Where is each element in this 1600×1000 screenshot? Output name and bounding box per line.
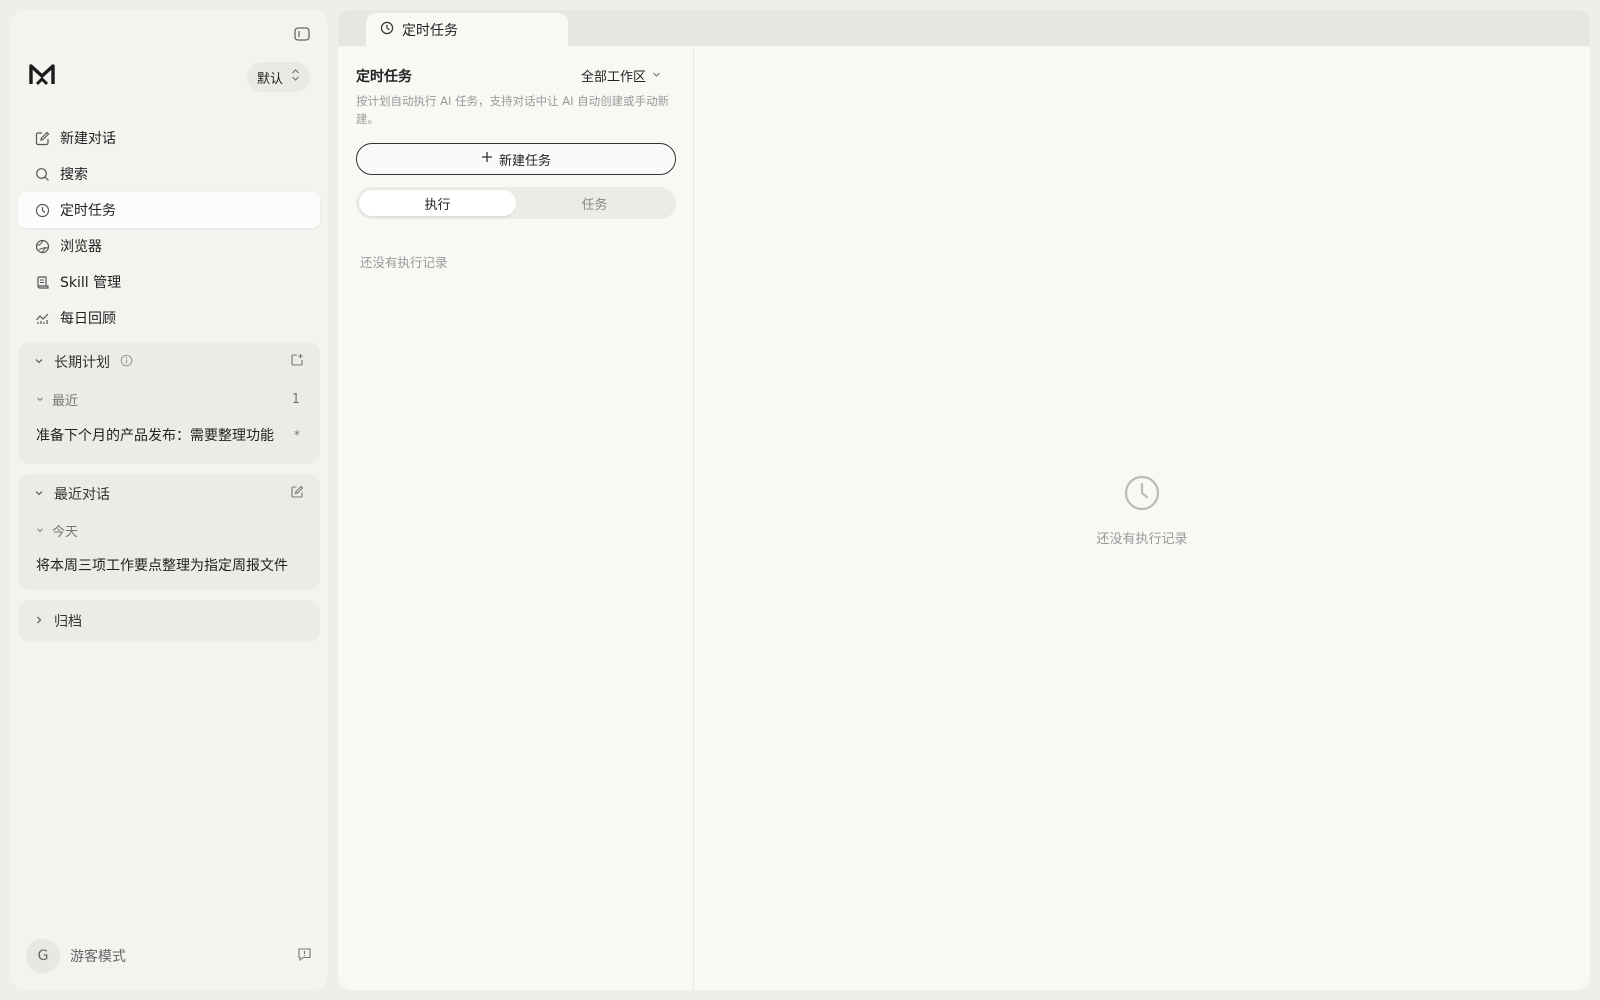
nav-label: 浏览器 [60, 239, 102, 255]
long-term-plans-group: 长期计划 最近 1 准备下个月的产品发布：需要整理功能 * [18, 342, 320, 464]
subgroup-count: 1 [291, 391, 300, 407]
workspace-label: 全部工作区 [580, 70, 646, 85]
recent-conversations-header[interactable]: 最近对话 [18, 474, 320, 514]
new-task-label: 新建任务 [498, 153, 551, 169]
clock-icon [1123, 474, 1161, 516]
nav-label: Skill 管理 [60, 275, 122, 291]
empty-state-text: 还没有执行记录 [1096, 532, 1188, 547]
app-logo [28, 62, 58, 92]
detail-pane: 还没有执行记录 [694, 46, 1590, 990]
clock-icon [380, 21, 394, 39]
chevron-right-icon [34, 613, 44, 629]
main-area: 定时任务 定时任务 全部工作区 按计划自动执行 AI 任务，支持对话中让 AI … [338, 10, 1590, 990]
group-title: 归档 [54, 614, 82, 630]
sidebar: 默认 新建对话 搜索 定时任务 浏览器 Skill 管理 每日回顾 长期计划 最… [10, 10, 328, 990]
chart-icon [34, 310, 50, 326]
long-term-plans-header[interactable]: 长期计划 [18, 342, 320, 382]
plan-item[interactable]: 准备下个月的产品发布：需要整理功能 * [18, 416, 320, 454]
nav-browser[interactable]: 浏览器 [18, 228, 320, 264]
segment-runs[interactable]: 执行 [359, 190, 516, 216]
clock-icon [34, 202, 50, 218]
task-list-pane: 定时任务 全部工作区 按计划自动执行 AI 任务，支持对话中让 AI 自动创建或… [338, 46, 694, 990]
conversation-title: 将本周三项工作要点整理为指定周报文件 [36, 558, 288, 574]
sidebar-nav: 新建对话 搜索 定时任务 浏览器 Skill 管理 每日回顾 [18, 120, 320, 336]
workspace-select[interactable]: 全部工作区 [581, 66, 661, 85]
edit-icon [34, 130, 50, 146]
scroll-icon [34, 274, 50, 290]
subgroup-label: 今天 [52, 524, 79, 540]
nav-label: 新建对话 [60, 131, 116, 147]
user-row: G 游客模式 [26, 938, 312, 974]
nav-label: 搜索 [60, 167, 88, 183]
edit-icon[interactable] [290, 485, 304, 503]
search-icon [34, 166, 50, 182]
page-description: 按计划自动执行 AI 任务，支持对话中让 AI 自动创建或手动新建。 [356, 94, 670, 126]
nav-skill-management[interactable]: Skill 管理 [18, 264, 320, 300]
subgroup-label: 最近 [52, 393, 79, 409]
segment-tasks[interactable]: 任务 [516, 190, 673, 216]
new-task-button[interactable]: 新建任务 [356, 143, 676, 175]
chevron-down-icon [36, 392, 44, 407]
globe-icon [34, 238, 50, 254]
group-title: 最近对话 [54, 487, 110, 503]
app-window: 默认 新建对话 搜索 定时任务 浏览器 Skill 管理 每日回顾 长期计划 最… [0, 0, 1600, 1000]
feedback-icon[interactable] [297, 947, 312, 966]
nav-search[interactable]: 搜索 [18, 156, 320, 192]
view-segmented-control: 执行 任务 [356, 187, 676, 219]
nav-scheduled-tasks[interactable]: 定时任务 [18, 192, 320, 228]
plan-item-title: 准备下个月的产品发布：需要整理功能 [36, 428, 274, 444]
new-plan-icon[interactable] [290, 353, 304, 371]
plus-icon [481, 151, 493, 167]
sidebar-toggle-icon[interactable] [292, 24, 312, 44]
nav-daily-review[interactable]: 每日回顾 [18, 300, 320, 336]
avatar[interactable]: G [26, 939, 60, 973]
info-icon[interactable] [120, 354, 133, 371]
user-name: 游客模式 [70, 949, 126, 965]
tab-scheduled-tasks[interactable]: 定时任务 [366, 13, 568, 47]
chevron-updown-icon [291, 68, 300, 86]
chevron-down-icon [34, 486, 44, 502]
tab-label: 定时任务 [402, 23, 458, 39]
archive-header[interactable]: 归档 [18, 600, 320, 642]
archive-group: 归档 [18, 600, 320, 642]
tab-bar: 定时任务 [338, 10, 1590, 47]
recent-conversations-group: 最近对话 今天 将本周三项工作要点整理为指定周报文件 [18, 474, 320, 590]
profile-label: 默认 [256, 71, 283, 87]
nav-new-chat[interactable]: 新建对话 [18, 120, 320, 156]
nav-label: 每日回顾 [60, 311, 116, 327]
chevron-down-icon [652, 68, 661, 83]
page-title: 定时任务 [356, 69, 412, 85]
subgroup-recent[interactable]: 最近 1 [18, 382, 320, 416]
subgroup-today[interactable]: 今天 [18, 514, 320, 546]
list-empty-text: 还没有执行记录 [360, 255, 448, 270]
chevron-down-icon [36, 523, 44, 538]
conversation-item[interactable]: 将本周三项工作要点整理为指定周报文件 [18, 546, 320, 584]
content-panel: 定时任务 全部工作区 按计划自动执行 AI 任务，支持对话中让 AI 自动创建或… [338, 46, 1590, 990]
plan-item-marker: * [294, 428, 300, 442]
nav-label: 定时任务 [60, 203, 116, 219]
chevron-down-icon [34, 354, 44, 370]
empty-state: 还没有执行记录 [694, 474, 1590, 547]
profile-switcher[interactable]: 默认 [246, 62, 310, 92]
group-title: 长期计划 [54, 355, 110, 371]
